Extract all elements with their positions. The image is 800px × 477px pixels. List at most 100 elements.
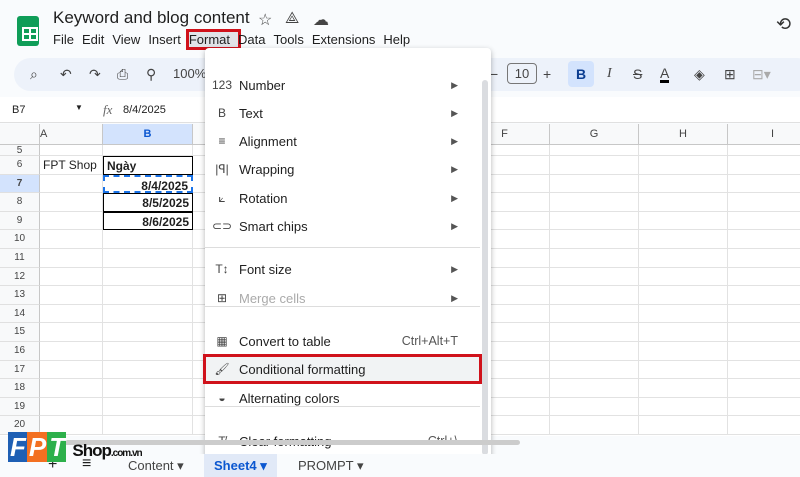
cell[interactable]	[728, 175, 800, 194]
cell[interactable]	[639, 174, 728, 194]
cell[interactable]	[40, 360, 103, 380]
cell[interactable]	[40, 323, 103, 342]
cell[interactable]	[103, 360, 193, 380]
sheet-tab-prompt[interactable]: PROMPT ▾	[298, 458, 364, 474]
cell[interactable]	[728, 286, 800, 305]
cell[interactable]	[728, 268, 800, 287]
cell[interactable]	[728, 145, 800, 156]
menu-insert[interactable]: Insert	[148, 32, 189, 47]
cell[interactable]	[639, 360, 728, 380]
cell[interactable]	[550, 286, 639, 305]
menu-data[interactable]: Data	[238, 32, 273, 47]
cell[interactable]	[550, 416, 639, 435]
row-header[interactable]: 15	[0, 323, 40, 342]
cell[interactable]	[40, 304, 103, 324]
cell[interactable]	[103, 323, 193, 342]
cell[interactable]	[40, 211, 103, 231]
search-icon[interactable]: ⌕	[30, 66, 38, 83]
move-to-drive-icon[interactable]: ⟁	[285, 10, 299, 28]
cell[interactable]	[728, 398, 800, 417]
menu-edit[interactable]: Edit	[82, 32, 112, 47]
cell[interactable]	[40, 397, 103, 417]
cell[interactable]	[639, 249, 728, 268]
cell[interactable]: FPT Shop	[40, 156, 103, 175]
cell[interactable]	[40, 267, 103, 287]
row-header[interactable]: 19	[0, 397, 40, 417]
cell[interactable]	[728, 342, 800, 361]
cell[interactable]	[639, 416, 728, 435]
cell[interactable]	[639, 304, 728, 324]
menu-view[interactable]: View	[112, 32, 148, 47]
cell[interactable]	[639, 397, 728, 417]
cell[interactable]	[728, 361, 800, 380]
menu-item-conditional-formatting[interactable]: 🖌 Conditional formatting	[203, 354, 482, 384]
menu-format[interactable]: Format	[185, 29, 242, 50]
cell[interactable]	[550, 379, 639, 398]
menu-item-convert-to-table[interactable]: ▦ Convert to table Ctrl+Alt+T	[205, 328, 480, 354]
fill-color-icon[interactable]: ◈	[694, 66, 705, 83]
select-all-corner[interactable]	[0, 124, 40, 145]
menu-item-rotation[interactable]: ⟀ Rotation ▶	[205, 185, 480, 211]
menu-help[interactable]: Help	[383, 32, 418, 47]
cell[interactable]	[550, 145, 639, 156]
menu-file[interactable]: File	[53, 32, 82, 47]
cell[interactable]: 8/5/2025	[103, 193, 193, 212]
menu-scrollbar[interactable]	[482, 80, 488, 455]
cell[interactable]	[728, 323, 800, 342]
print-icon[interactable]: ⎙	[117, 66, 128, 83]
menu-item-smart-chips[interactable]: ⊂⊃ Smart chips ▶	[205, 213, 480, 239]
row-header[interactable]: 5	[0, 145, 40, 156]
row-header[interactable]: 6	[0, 156, 40, 175]
cell[interactable]	[550, 360, 639, 380]
menu-item-alignment[interactable]: ≡ Alignment ▶	[205, 128, 480, 154]
row-header[interactable]: 12	[0, 267, 40, 287]
formula-input[interactable]: 8/4/2025	[123, 104, 166, 116]
cell[interactable]	[639, 379, 728, 398]
row-header[interactable]: 17	[0, 360, 40, 380]
cell[interactable]	[103, 342, 193, 361]
cell[interactable]	[40, 379, 103, 398]
cell[interactable]	[40, 230, 103, 249]
cell[interactable]	[103, 249, 193, 268]
column-header[interactable]: G	[550, 124, 639, 145]
cell[interactable]	[550, 304, 639, 324]
borders-icon[interactable]: ⊞	[724, 66, 736, 83]
row-header[interactable]: 14	[0, 304, 40, 324]
doc-title[interactable]: Keyword and blog content	[53, 8, 250, 28]
row-header[interactable]: 8	[0, 193, 40, 212]
undo-icon[interactable]: ↶	[60, 66, 72, 83]
paint-format-icon[interactable]: ⚲	[146, 66, 156, 83]
menu-item-number[interactable]: 123 Number ▶	[205, 72, 480, 98]
cell[interactable]	[639, 145, 728, 156]
cell[interactable]	[40, 249, 103, 268]
cell[interactable]	[728, 305, 800, 324]
menu-item-alternating-colors[interactable]: ◒ Alternating colors	[205, 385, 480, 411]
cell[interactable]	[728, 212, 800, 231]
cell[interactable]	[639, 267, 728, 287]
cell[interactable]	[550, 230, 639, 249]
cell[interactable]	[639, 323, 728, 342]
zoom-select[interactable]: 100%	[173, 66, 206, 81]
cell[interactable]	[40, 145, 103, 156]
menu-item-merge-cells[interactable]: ⊞ Merge cells ▶	[205, 285, 480, 311]
cell[interactable]	[639, 211, 728, 231]
menu-item-font-size[interactable]: T↕ Font size ▶	[205, 256, 480, 282]
cell[interactable]	[103, 145, 193, 156]
cell[interactable]	[550, 211, 639, 231]
column-header[interactable]: B	[103, 124, 193, 145]
cell[interactable]	[103, 286, 193, 305]
selected-cell[interactable]: 8/4/2025	[103, 174, 193, 194]
strikethrough-button[interactable]: S	[633, 66, 642, 82]
star-icon[interactable]: ☆	[258, 10, 272, 30]
cell[interactable]	[639, 286, 728, 305]
bold-button[interactable]: B	[568, 61, 594, 87]
row-header[interactable]: 18	[0, 379, 40, 398]
cell[interactable]	[639, 193, 728, 212]
increase-font-size-icon[interactable]: +	[543, 66, 551, 82]
cell[interactable]	[728, 230, 800, 249]
row-header[interactable]: 9	[0, 211, 40, 231]
cell[interactable]	[728, 416, 800, 435]
cell[interactable]	[728, 193, 800, 212]
cell[interactable]	[40, 342, 103, 361]
cell[interactable]	[103, 304, 193, 324]
